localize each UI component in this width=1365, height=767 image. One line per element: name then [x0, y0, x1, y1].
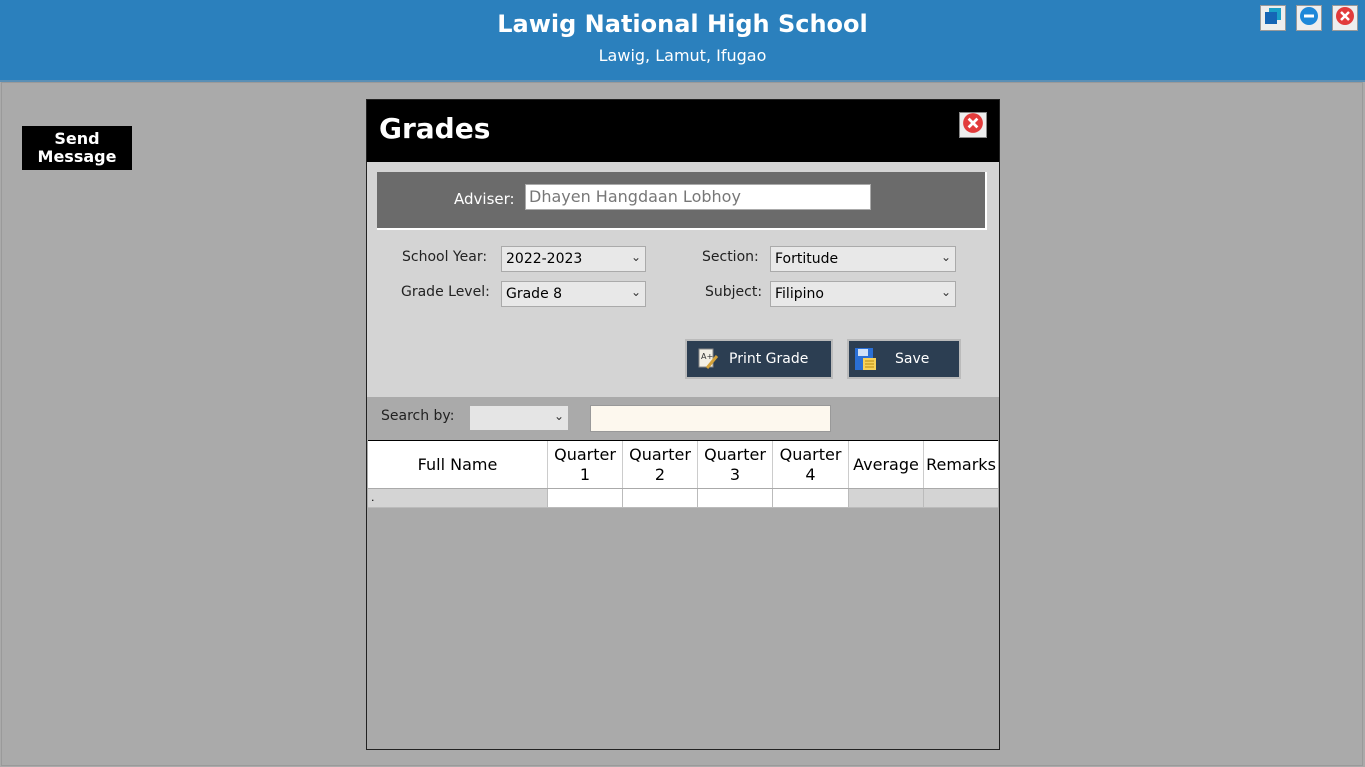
- col-header-number: 1: [579, 464, 591, 484]
- chevron-down-icon: ⌄: [553, 409, 564, 423]
- col-header-remarks[interactable]: Remarks: [924, 441, 998, 488]
- cell-quarter-3[interactable]: [698, 489, 773, 508]
- school-title: Lawig National High School: [497, 10, 868, 38]
- col-header-quarter-3[interactable]: Quarter 3: [698, 441, 773, 488]
- section-value: Fortitude: [775, 251, 839, 267]
- subject-select[interactable]: Filipino ⌄: [770, 281, 956, 307]
- chevron-down-icon: ⌄: [940, 285, 951, 299]
- col-header-quarter-4[interactable]: Quarter 4: [773, 441, 849, 488]
- adviser-section: Adviser: Dhayen Hangdaan Lobhoy: [377, 172, 987, 230]
- table-row[interactable]: .: [368, 489, 998, 508]
- school-year-value: 2022-2023: [506, 251, 583, 267]
- adviser-label: Adviser:: [454, 190, 515, 208]
- svg-text:A+: A+: [701, 352, 713, 361]
- search-input[interactable]: [590, 405, 831, 432]
- col-header-average[interactable]: Average: [849, 441, 924, 488]
- cell-quarter-4[interactable]: [773, 489, 849, 508]
- app-header: Lawig National High School Lawig, Lamut,…: [0, 0, 1365, 82]
- col-header-quarter-2[interactable]: Quarter 2: [623, 441, 698, 488]
- cell-quarter-2[interactable]: [623, 489, 698, 508]
- table-header: Full Name Quarter 1 Quarter 2 Quarter 3 Qua…: [368, 441, 998, 489]
- panel-title: Grades: [379, 112, 491, 145]
- section-select[interactable]: Fortitude ⌄: [770, 246, 956, 272]
- grades-table: Full Name Quarter 1 Quarter 2 Quarter 3 Qua…: [368, 440, 998, 508]
- col-header-label: Quarter: [629, 444, 691, 464]
- save-icon: [853, 346, 879, 372]
- col-header-number: 2: [654, 464, 666, 484]
- search-by-select[interactable]: ⌄: [469, 405, 569, 431]
- section-label: Section:: [702, 249, 759, 265]
- send-message-label-1: Send: [54, 129, 100, 148]
- print-grade-button[interactable]: A+ Print Grade: [685, 339, 833, 379]
- chevron-down-icon: ⌄: [630, 250, 641, 264]
- col-header-label: Full Name: [417, 454, 498, 474]
- print-grade-icon: A+: [697, 348, 719, 370]
- adviser-field[interactable]: Dhayen Hangdaan Lobhoy: [525, 184, 871, 210]
- minimize-icon: [1299, 6, 1319, 30]
- save-label: Save: [895, 351, 930, 367]
- restore-button[interactable]: [1260, 5, 1286, 31]
- col-header-label: Average: [853, 454, 919, 474]
- col-header-label: Quarter: [704, 444, 766, 464]
- school-address: Lawig, Lamut, Ifugao: [598, 46, 767, 65]
- minimize-button[interactable]: [1296, 5, 1322, 31]
- cell-quarter-1[interactable]: [548, 489, 623, 508]
- send-message-button[interactable]: Send Message: [22, 126, 132, 170]
- restore-icon: [1263, 6, 1283, 30]
- school-year-select[interactable]: 2022-2023 ⌄: [501, 246, 646, 272]
- col-header-label: Remarks: [926, 454, 996, 474]
- close-window-button[interactable]: [1332, 5, 1358, 31]
- subject-value: Filipino: [775, 286, 824, 302]
- close-icon: [1335, 6, 1355, 30]
- col-header-number: 3: [729, 464, 741, 484]
- cell-average: [849, 489, 924, 508]
- save-button[interactable]: Save: [847, 339, 961, 379]
- send-message-label-2: Message: [37, 147, 117, 166]
- panel-header: Grades: [367, 100, 999, 162]
- close-icon: [962, 112, 984, 138]
- school-year-label: School Year:: [402, 249, 488, 265]
- col-header-label: Quarter: [779, 444, 842, 464]
- search-by-label: Search by:: [381, 408, 455, 424]
- print-grade-label: Print Grade: [729, 351, 809, 367]
- grades-panel: Grades Adviser: Dhayen Hangdaan Lobhoy S…: [366, 99, 1000, 750]
- chevron-down-icon: ⌄: [630, 285, 641, 299]
- col-header-number: 4: [805, 464, 816, 484]
- col-header-quarter-1[interactable]: Quarter 1: [548, 441, 623, 488]
- col-header-full-name[interactable]: Full Name: [368, 441, 548, 488]
- cell-remarks: [924, 489, 998, 508]
- grade-form: Adviser: Dhayen Hangdaan Lobhoy School Y…: [367, 162, 999, 397]
- col-header-label: Quarter: [554, 444, 616, 464]
- close-panel-button[interactable]: [959, 112, 987, 138]
- grade-level-select[interactable]: Grade 8 ⌄: [501, 281, 646, 307]
- subject-label: Subject:: [705, 284, 763, 300]
- chevron-down-icon: ⌄: [940, 250, 951, 264]
- grade-level-value: Grade 8: [506, 286, 563, 302]
- cell-full-name[interactable]: .: [368, 489, 548, 508]
- grade-level-label: Grade Level:: [401, 284, 490, 300]
